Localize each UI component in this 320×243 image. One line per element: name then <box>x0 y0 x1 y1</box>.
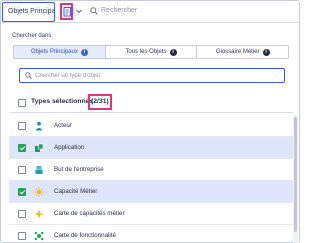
item-label: Carte de capacités métier <box>54 210 125 217</box>
chevron-down-icon[interactable] <box>76 9 82 14</box>
item-checkbox[interactable] <box>18 166 26 174</box>
item-checkbox[interactable] <box>18 210 26 218</box>
item-label: But de l'entreprise <box>54 166 104 173</box>
list-item[interactable]: But de l'entreprise <box>9 159 293 181</box>
scope-filter-button[interactable] <box>60 3 73 20</box>
item-checkbox[interactable] <box>18 122 26 130</box>
search-bar: Objets Principaux Rechercher <box>1 1 299 23</box>
search-icon <box>25 72 32 79</box>
item-label: Carte de fonctionnalité <box>54 232 116 239</box>
item-label: Acteur <box>54 122 72 129</box>
search-in-label: Chercher dans <box>12 33 52 39</box>
object-type-picker: Objets Principaux Rechercher Chercher da… <box>0 0 300 243</box>
scope-dropdown[interactable]: Objets Principaux <box>2 2 55 22</box>
list-scrollbar[interactable] <box>293 115 298 243</box>
list-header: Types sélectionnés (2/31) <box>9 93 293 113</box>
tab-all-objects[interactable]: Tous les Objets i <box>105 46 198 58</box>
tab-main-objects[interactable]: Objets Principaux i <box>14 46 106 58</box>
info-icon[interactable]: i <box>80 48 88 56</box>
application-icon <box>35 143 44 152</box>
scope-tabs: Objets Principaux i Tous les Objets i Gl… <box>13 45 289 59</box>
item-label: Application <box>54 144 85 151</box>
tab-business-glossary[interactable]: Glossaire Métier i <box>197 46 288 58</box>
capability-map-icon <box>34 209 44 219</box>
info-icon[interactable]: i <box>262 48 270 56</box>
global-search-input[interactable]: Rechercher <box>101 7 137 14</box>
document-filter-icon <box>63 7 71 17</box>
tab-label: Objets Principaux <box>30 49 78 55</box>
tab-label: Tous les Objets <box>125 49 167 55</box>
actor-icon <box>35 121 43 131</box>
list-item[interactable]: Capacité Métier <box>9 181 293 203</box>
type-search-field <box>19 68 285 83</box>
scrollbar-thumb[interactable] <box>294 117 297 232</box>
type-search-input[interactable] <box>35 70 275 81</box>
list-item[interactable]: Carte de fonctionnalité <box>9 225 293 243</box>
item-checkbox[interactable] <box>18 144 26 152</box>
item-checkbox[interactable] <box>18 232 26 240</box>
item-checkbox[interactable] <box>18 188 26 196</box>
selected-types-label: Types sélectionnés <box>31 98 94 105</box>
selected-count-badge: (2/31) <box>88 94 112 110</box>
object-type-list: Types sélectionnés (2/31) Acteur Applica… <box>9 93 293 243</box>
search-icon <box>90 7 98 15</box>
list-item[interactable]: Carte de capacités métier <box>9 203 293 225</box>
item-label: Capacité Métier <box>54 188 98 195</box>
feature-map-icon <box>34 231 44 241</box>
info-icon[interactable]: i <box>169 48 177 56</box>
list-item[interactable]: Application <box>9 137 293 159</box>
select-all-checkbox[interactable] <box>18 99 26 107</box>
business-capability-icon <box>34 187 44 197</box>
tab-label: Glossaire Métier <box>215 49 260 55</box>
enterprise-goal-icon <box>35 166 43 174</box>
list-item[interactable]: Acteur <box>9 115 293 137</box>
